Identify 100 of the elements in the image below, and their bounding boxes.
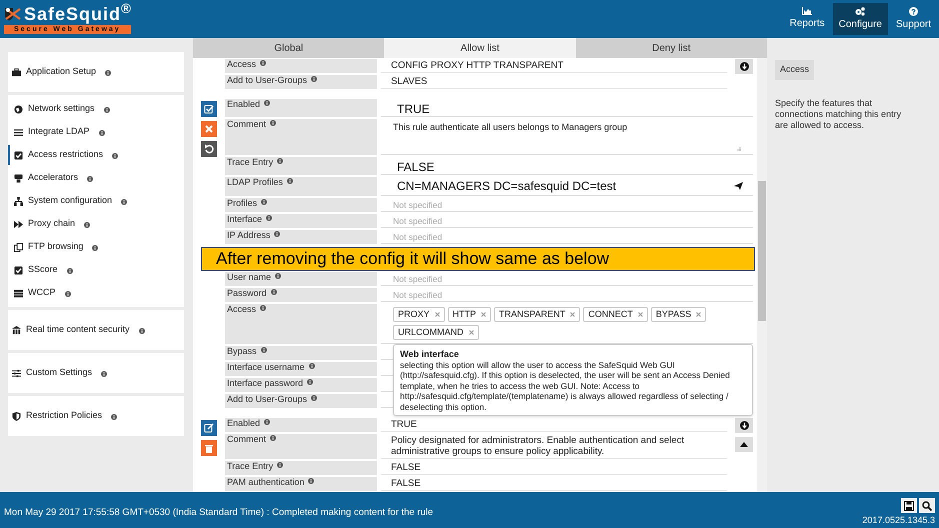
info-icon [308,478,314,484]
field-label: Access [225,304,377,344]
resize-handle-icon [737,147,741,151]
checkbox-icon [14,150,23,160]
download-button[interactable] [735,418,753,433]
access-tag[interactable]: PROXY [393,307,445,322]
scrollbar[interactable] [757,58,767,492]
access-tag[interactable]: URLCOMMAND [393,325,479,340]
sidebar-item[interactable]: Real time content security [8,320,184,340]
undo-button[interactable] [201,141,217,157]
field-value: FALSE [381,461,727,475]
nav-tab[interactable]: Support [890,3,937,35]
sidebar-item[interactable]: Network settings [8,99,184,119]
info-icon [260,60,266,66]
fast-forward-icon [14,220,23,228]
logo-icon [4,7,22,21]
save-rule-button[interactable] [201,101,217,117]
shield-icon [12,412,21,420]
close-icon [205,125,213,133]
cancel-button[interactable] [201,121,217,137]
sidebar-item[interactable]: Restriction Policies [8,406,184,426]
field-label: Enabled [225,418,377,432]
info-icon [311,76,318,82]
sidebar-item[interactable]: Custom Settings [8,363,184,383]
sidebar-item[interactable]: SScore [8,260,184,280]
send-icon[interactable] [734,182,743,190]
gears-icon [855,6,866,16]
access-tag[interactable]: TRANSPARENT [494,307,580,322]
field-label: IP Address [225,230,377,244]
sidebar-item[interactable]: Proxy chain [8,214,184,234]
access-tag[interactable]: CONNECT [583,307,648,322]
field-value: TRUE [381,418,727,432]
access-tag[interactable]: BYPASS [650,307,706,322]
field-label: Comment [225,434,377,459]
move-up-button[interactable] [735,437,753,452]
info-icon [308,363,315,369]
field-value: FALSE [381,477,727,491]
field-label: Enabled [225,99,377,117]
nav-tab[interactable]: Configure [832,3,888,35]
delete-button[interactable] [201,440,217,456]
field-label: Comment [225,119,377,155]
checkbox-icon [14,266,23,274]
drive-icon [14,174,23,182]
sidebar-item[interactable]: System configuration [8,191,184,211]
trash-icon [205,444,213,452]
remove-icon[interactable] [434,312,440,317]
field-label: User name [225,272,377,286]
info-icon [66,268,73,274]
edit-icon [204,423,214,433]
remove-icon[interactable] [468,330,474,335]
field-label: Add to User-Groups [225,75,377,89]
tab[interactable]: Allow list [384,38,576,58]
info-icon [307,379,314,385]
field-label: PAM authentication [225,477,377,491]
sidebar-item[interactable]: Accelerators [8,168,184,188]
field-label: Interface username [225,362,377,376]
version-label: 2017.0525.1345.3 [862,515,935,526]
access-tag[interactable]: HTTP [448,307,492,322]
search-icon [922,500,932,510]
info-icon [104,106,110,112]
tooltip-text: selecting this option will allow the user to access the SafeSquid Web GUI (http://safesquid.cfg). If this option is deselected, the user will be sent an Access Denied template, when he tries to access the web GUI. Note: Access to http://safesquid.cfg/template/(templatename) is always allowed regardless of selecting / deselecting this option. [400,360,731,412]
info-icon [264,100,270,106]
info-icon [121,198,128,204]
remove-icon[interactable] [481,312,486,317]
field-value: FALSE [381,157,753,175]
download-icon [740,421,748,430]
info-icon [264,419,270,425]
comment-field[interactable]: This rule authenticate all users belongs to Managers group [381,119,753,155]
field-value: TRUE [381,99,753,117]
building-icon [12,326,21,334]
server-icon [14,288,23,298]
info-icon [138,328,145,334]
info-icon [87,176,94,182]
download-icon [740,62,748,71]
download-button[interactable] [735,59,753,74]
field-label: Interface password [225,378,377,392]
sliders-icon [12,368,21,378]
field-label: Trace Entry [225,461,377,475]
info-icon [260,347,267,353]
info-icon [277,158,284,164]
field-label: LDAP Profiles [225,177,377,196]
briefcase-icon [12,68,21,76]
sidebar-item[interactable]: FTP browsing [8,237,184,257]
info-icon [274,231,280,237]
sidebar-item[interactable]: WCCP [8,283,184,303]
sidebar-item[interactable]: Application Setup [8,62,184,82]
info-icon [270,289,277,295]
info-icon [266,215,272,221]
sidebar-item[interactable]: Access restrictions [8,145,184,165]
field-label: Trace Entry [225,157,377,175]
save-button[interactable] [901,498,917,513]
search-button[interactable] [919,498,935,513]
list-icon [14,128,23,136]
edit-button[interactable] [201,420,217,436]
nav-tab[interactable]: Reports [784,3,831,35]
remove-icon[interactable] [638,312,643,317]
info-icon [261,199,268,205]
remove-icon[interactable] [570,312,576,317]
sidebar-item[interactable]: Integrate LDAP [8,122,184,142]
remove-icon[interactable] [696,312,702,317]
